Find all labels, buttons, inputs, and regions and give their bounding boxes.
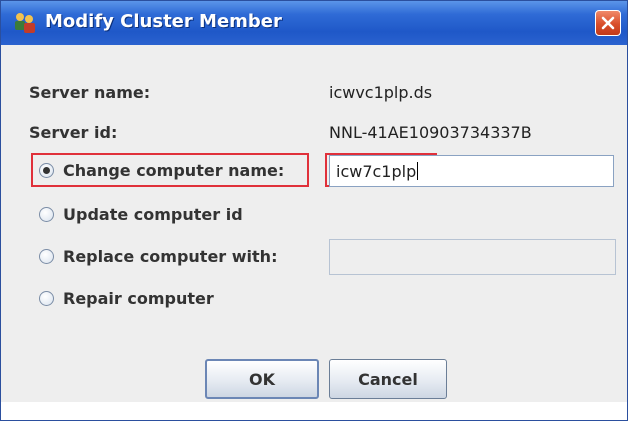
option-label: Repair computer — [63, 289, 214, 308]
dialog-content: Server name: icwvc1plp.ds Server id: NNL… — [1, 45, 627, 402]
option-replace-computer-with[interactable]: Replace computer with: — [39, 247, 277, 266]
cluster-app-icon — [15, 13, 35, 33]
cancel-button[interactable]: Cancel — [329, 359, 447, 399]
radio-replace-computer-with[interactable] — [39, 249, 54, 264]
replace-computer-with-input[interactable] — [329, 239, 616, 275]
radio-update-computer-id[interactable] — [39, 207, 54, 222]
radio-change-computer-name[interactable] — [39, 163, 54, 178]
bottom-strip — [1, 402, 627, 420]
option-label: Replace computer with: — [63, 247, 278, 266]
close-button[interactable] — [595, 10, 621, 36]
option-label: Change computer name: — [63, 161, 285, 180]
option-repair-computer[interactable]: Repair computer — [39, 289, 214, 308]
modify-cluster-member-dialog: Modify Cluster Member Server name: icwvc… — [0, 0, 628, 421]
server-id-label: Server id: — [29, 123, 118, 142]
server-id-value: NNL-41AE10903734337B — [329, 123, 532, 142]
option-update-computer-id[interactable]: Update computer id — [39, 205, 243, 224]
radio-repair-computer[interactable] — [39, 291, 54, 306]
title-bar[interactable]: Modify Cluster Member — [1, 1, 627, 45]
input-value: icw7c1plp — [336, 161, 417, 181]
ok-button[interactable]: OK — [205, 359, 319, 399]
option-label: Update computer id — [63, 205, 243, 224]
option-change-computer-name[interactable]: Change computer name: — [39, 161, 284, 180]
close-icon — [601, 16, 615, 30]
text-caret — [417, 162, 419, 180]
server-name-label: Server name: — [29, 83, 151, 102]
change-computer-name-input[interactable]: icw7c1plp — [329, 155, 614, 187]
server-name-value: icwvc1plp.ds — [329, 83, 433, 102]
dialog-title: Modify Cluster Member — [45, 11, 282, 32]
